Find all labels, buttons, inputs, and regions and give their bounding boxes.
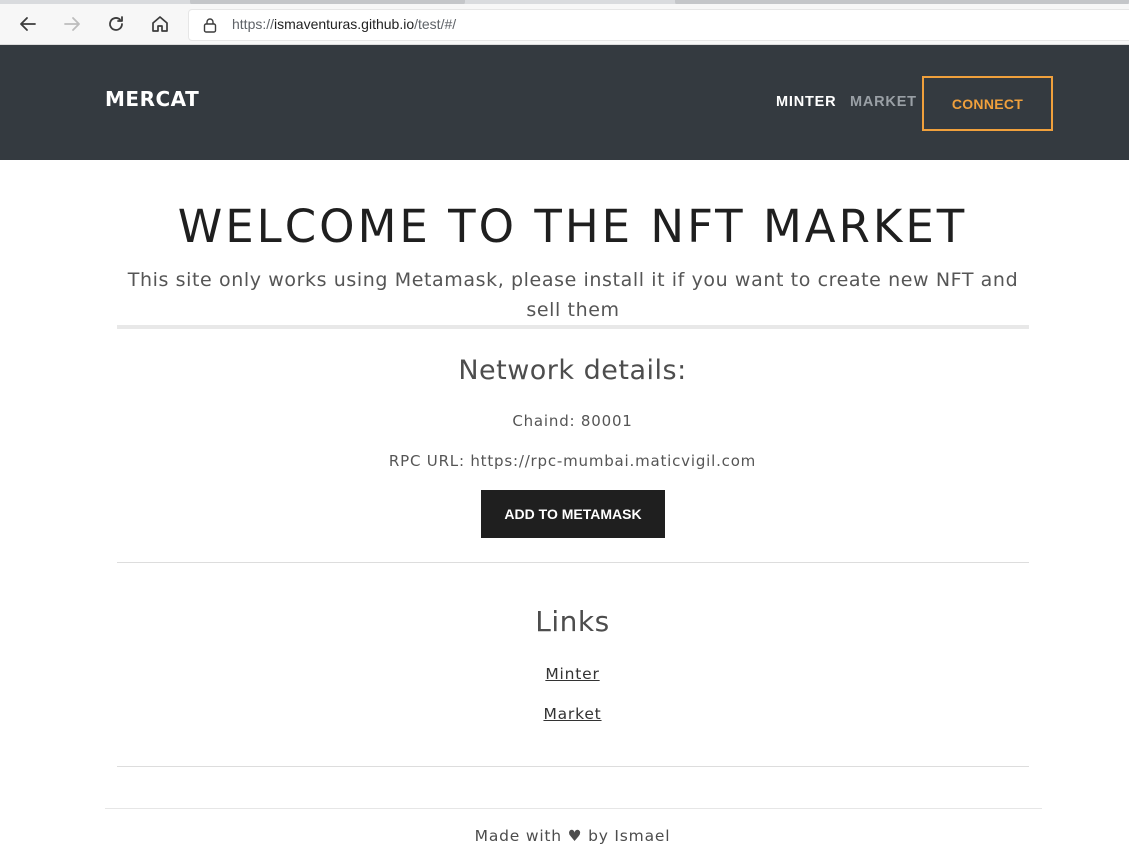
url-path: /test/#/ xyxy=(414,16,457,32)
market-link[interactable]: Market xyxy=(543,705,601,723)
page-title: WELCOME TO THE NFT MARKET xyxy=(177,200,968,253)
forward-arrow-icon[interactable] xyxy=(56,8,88,40)
brand-logo[interactable]: MERCAT xyxy=(105,89,199,109)
chain-id-text: Chaind: 80001 xyxy=(512,412,633,430)
home-icon[interactable] xyxy=(144,8,176,40)
lock-icon[interactable] xyxy=(203,17,217,37)
intro-text: This site only works using Metamask, ple… xyxy=(127,269,1019,321)
url-text: https://ismaventuras.github.io/test/#/ xyxy=(232,16,456,32)
url-host: ismaventuras.github.io xyxy=(274,16,415,32)
nav-minter-link[interactable]: MINTER xyxy=(776,95,836,110)
browser-toolbar: https://ismaventuras.github.io/test/#/ xyxy=(0,4,1129,45)
reload-icon[interactable] xyxy=(100,8,132,40)
section-divider xyxy=(117,325,1029,329)
url-scheme: https:// xyxy=(232,16,275,32)
section-divider xyxy=(117,562,1029,563)
add-to-metamask-button[interactable]: ADD TO METAMASK xyxy=(481,490,665,538)
section-divider xyxy=(117,766,1029,767)
site-header: MERCAT MINTER MARKET CONNECT xyxy=(0,45,1129,160)
connect-button[interactable]: CONNECT xyxy=(922,76,1053,131)
address-bar[interactable]: https://ismaventuras.github.io/test/#/ xyxy=(188,9,1129,41)
link-row: Minter xyxy=(0,664,1129,683)
minter-link[interactable]: Minter xyxy=(545,665,599,683)
nav-market-link[interactable]: MARKET xyxy=(850,95,917,110)
link-row: Market xyxy=(0,704,1129,723)
links-heading: Links xyxy=(535,605,610,638)
back-arrow-icon[interactable] xyxy=(12,8,44,40)
footer-divider xyxy=(105,808,1042,809)
footer-credit: Made with ♥ by Ismael xyxy=(474,827,671,845)
rpc-url-text: RPC URL: https://rpc-mumbai.maticvigil.c… xyxy=(388,452,757,470)
network-details-heading: Network details: xyxy=(458,355,687,386)
